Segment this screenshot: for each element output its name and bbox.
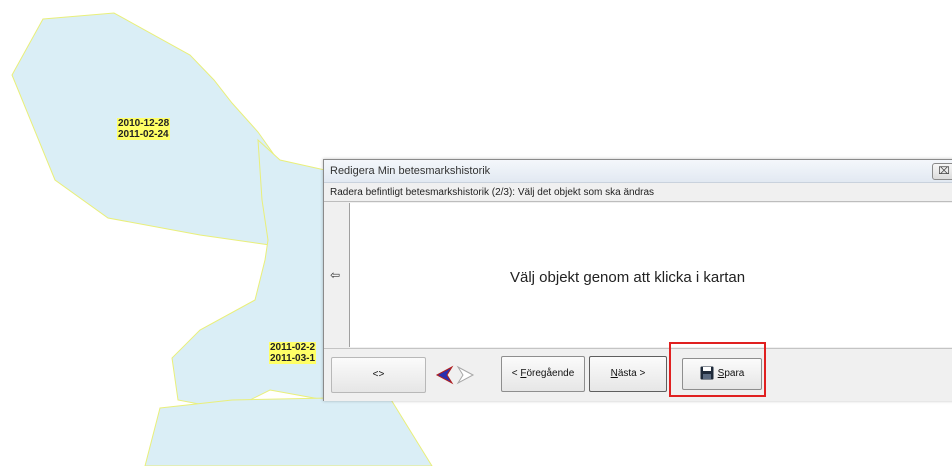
collapse-panel-toggle[interactable]: ⇦	[325, 203, 350, 347]
close-button[interactable]: ⌧	[932, 163, 952, 180]
forward-arrow-icon	[456, 365, 475, 385]
next-label-mnemonic: N	[610, 368, 618, 379]
save-button-highlight	[669, 342, 766, 397]
back-arrow-icon	[435, 365, 454, 385]
map-label-date: 2010-12-28	[117, 118, 171, 129]
arrow-left-icon: ⇦	[330, 268, 341, 282]
previous-label-rest: öregående	[526, 368, 575, 379]
dialog-title: Redigera Min betesmarkshistorik	[330, 165, 491, 177]
prompt-panel: Välj objekt genom att klicka i kartan	[350, 203, 952, 347]
back-button[interactable]	[435, 357, 454, 393]
previous-button[interactable]: < Föregående	[501, 356, 585, 392]
dialog-toolbar: <> < Föregående Nästa > Spara	[324, 348, 952, 401]
next-label-rest: ästa >	[617, 368, 646, 379]
divider	[324, 201, 952, 202]
dialog-titlebar[interactable]: Redigera Min betesmarkshistorik ⌧	[324, 160, 952, 183]
edit-history-dialog: Redigera Min betesmarkshistorik ⌧ Radera…	[323, 159, 952, 401]
close-icon: ⌧	[938, 166, 950, 177]
toggle-panel-label: <>	[372, 369, 385, 380]
next-button[interactable]: Nästa >	[589, 356, 667, 392]
select-object-prompt: Välj objekt genom att klicka i kartan	[510, 269, 746, 286]
map-label-date: 2011-03-1	[269, 353, 317, 364]
forward-button[interactable]	[456, 357, 475, 393]
map-polygon-area-3[interactable]	[144, 397, 433, 466]
toggle-panel-button[interactable]: <>	[331, 357, 426, 393]
map-label-date: 2011-02-24	[117, 129, 170, 140]
map-label-date: 2011-02-2	[269, 342, 317, 353]
step-instruction: Radera befintligt betesmarkshistorik (2/…	[330, 187, 655, 198]
dialog-content: ⇦ Välj objekt genom att klicka i kartan	[324, 203, 952, 347]
